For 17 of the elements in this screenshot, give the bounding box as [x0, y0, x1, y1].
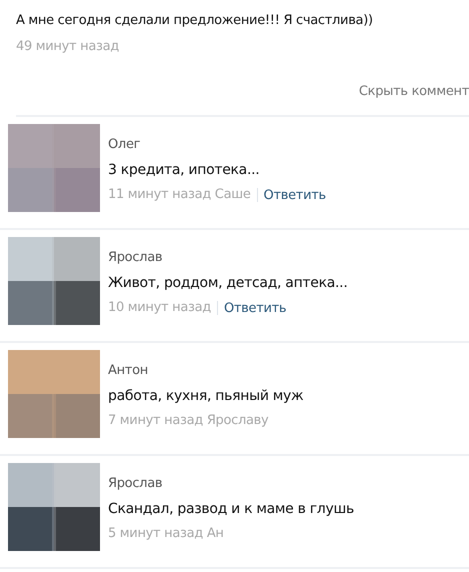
comment-time: 7 минут назад Ярославу	[108, 412, 268, 430]
comment-time: 5 минут назад Ан	[108, 525, 224, 543]
post-time: 49 минут назад	[16, 38, 120, 56]
comment-text: работа, кухня, пьяный муж	[108, 387, 304, 406]
reply-link[interactable]: Ответить	[224, 300, 286, 316]
comment-text: 3 кредита, ипотека...	[108, 161, 260, 180]
author-name[interactable]: Ярослав	[108, 249, 348, 267]
author-name[interactable]: Антон	[108, 362, 304, 380]
hide-comments-link[interactable]: Скрыть коммент	[358, 84, 469, 99]
author-name[interactable]: Олег	[108, 136, 326, 154]
comment-text: Живот, роддом, детсад, аптека...	[108, 274, 348, 293]
reply-link[interactable]: Ответить	[264, 188, 326, 202]
post-text: А мне сегодня сделали предложение!!! Я счастлива))	[16, 12, 374, 30]
comment-time: 10 минут назад	[108, 299, 211, 317]
author-name[interactable]: Ярослав	[108, 475, 354, 493]
comment-time: 11 минут назад Саше	[108, 186, 251, 204]
comment-text: Скандал, развод и к маме в глушь	[108, 500, 354, 519]
